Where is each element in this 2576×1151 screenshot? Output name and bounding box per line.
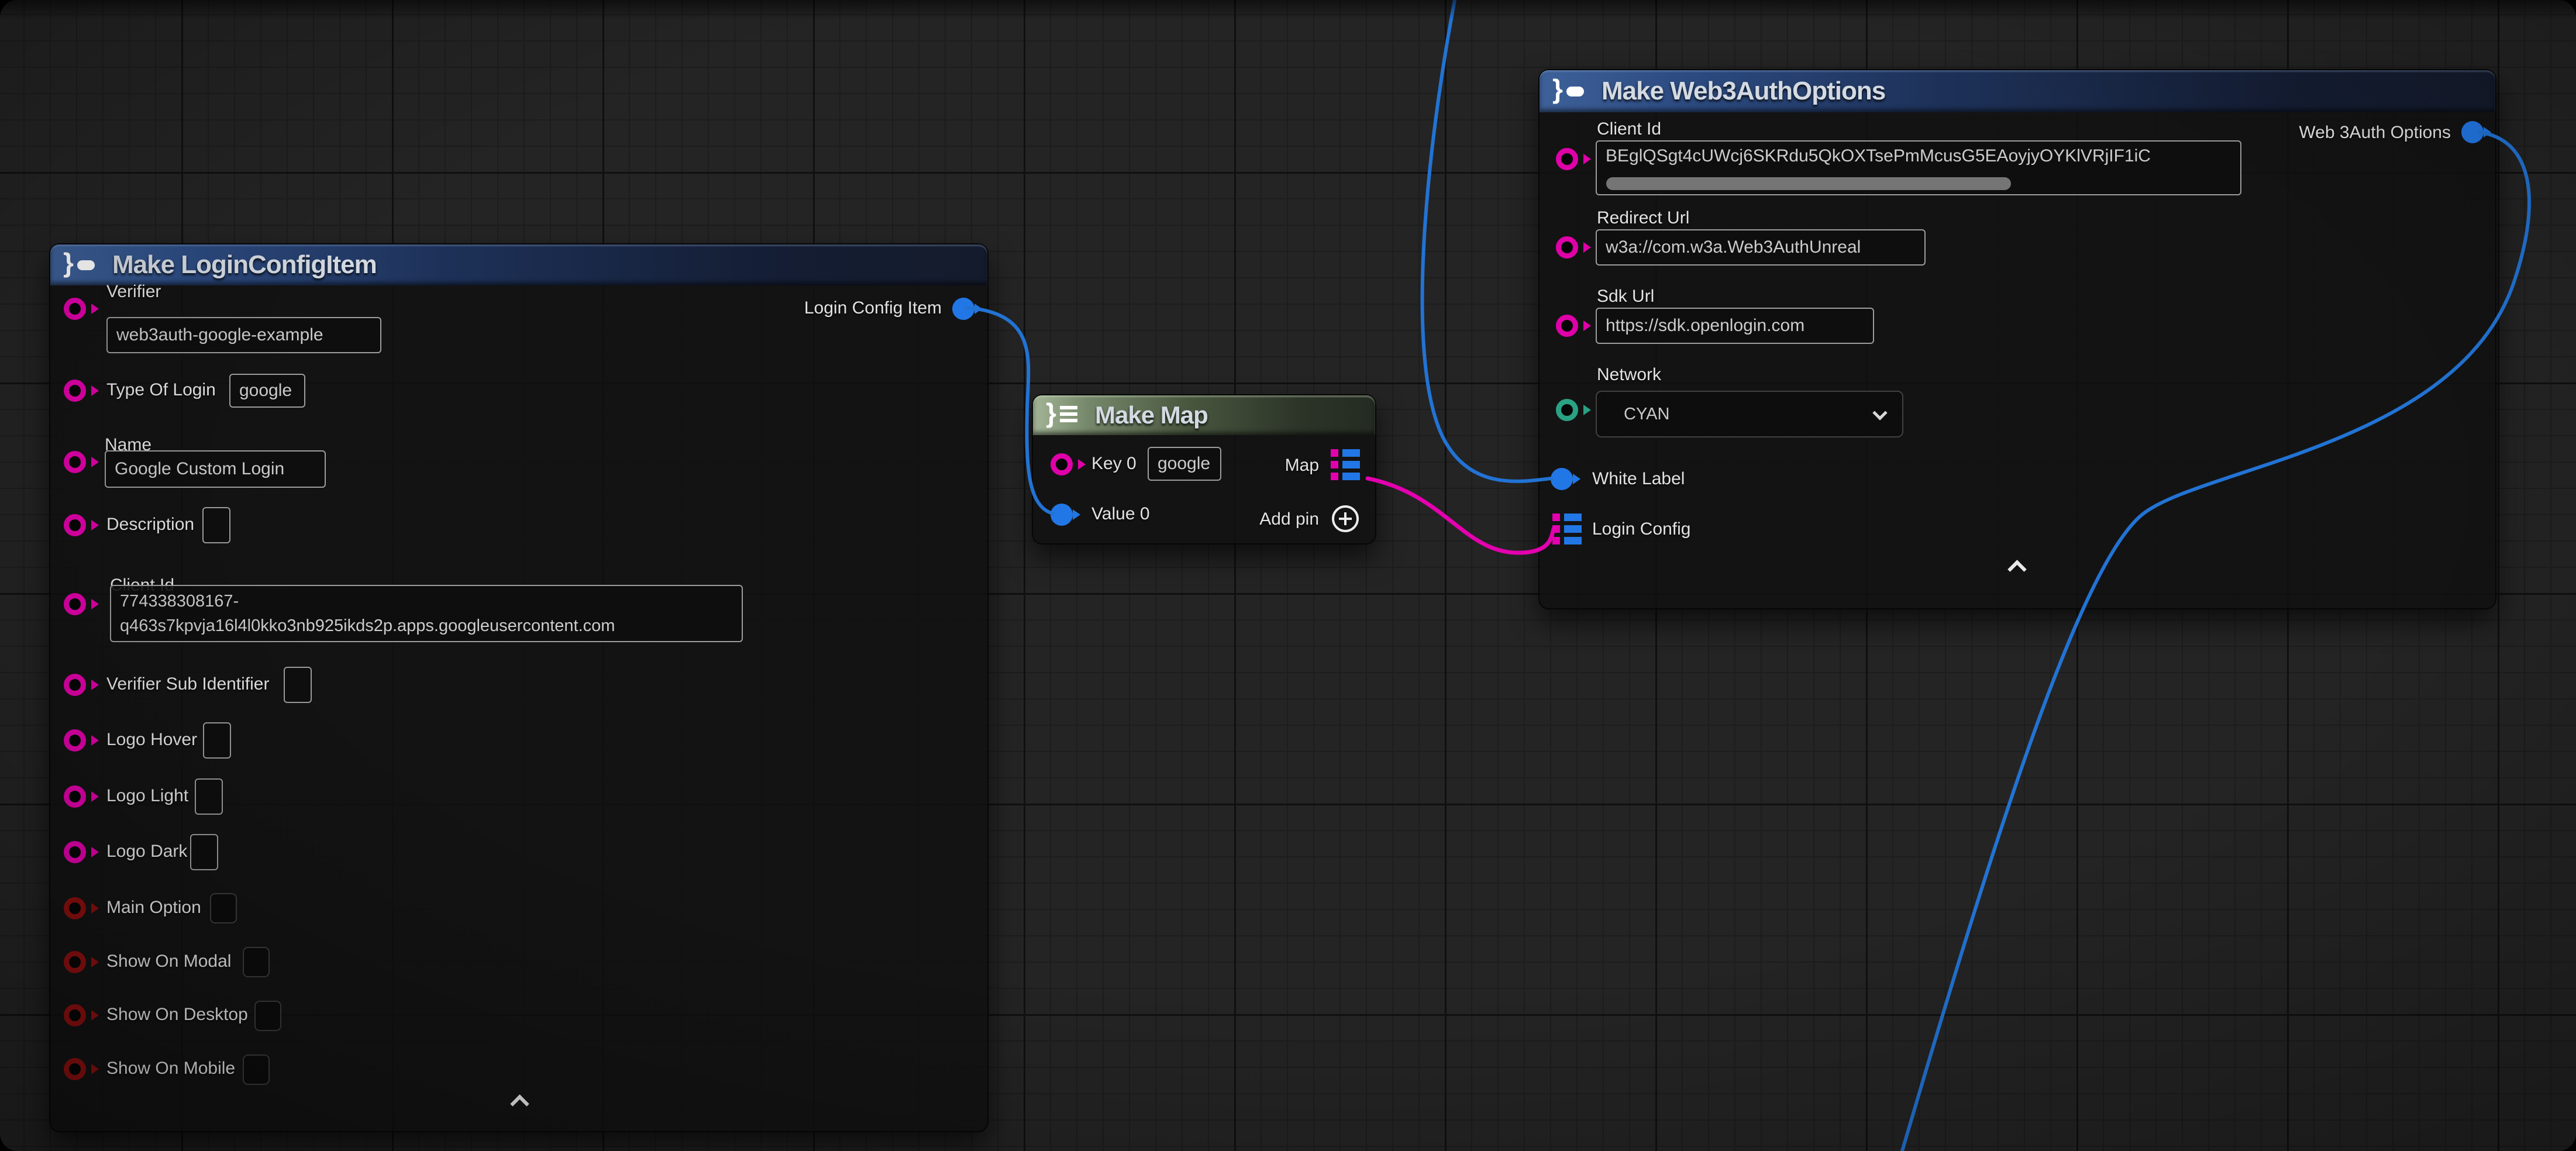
pin-description[interactable] [64, 514, 86, 536]
pin-logo-light[interactable] [64, 785, 86, 808]
node-title: Make LoginConfigItem [112, 250, 377, 280]
pin-label-login-config: Login Config [1592, 519, 1690, 539]
name-input[interactable]: Google Custom Login [105, 450, 326, 488]
show-on-desktop-checkbox[interactable] [254, 1001, 281, 1031]
pin-label-network: Network [1597, 365, 1661, 385]
pin-client-id[interactable] [64, 593, 86, 615]
map-grid-pin-icon[interactable] [1552, 514, 1582, 545]
pin-verifier[interactable] [64, 298, 86, 320]
description-input[interactable] [202, 507, 230, 543]
pin-name[interactable] [64, 451, 86, 473]
pin-label-verifier: Verifier [106, 282, 161, 302]
main-option-checkbox[interactable] [210, 893, 237, 923]
blueprint-canvas[interactable]: } Make LoginConfigItem Login Config Item… [0, 0, 2576, 1151]
verifier-input[interactable]: web3auth-google-example [106, 317, 381, 353]
pin-label-logo-light: Logo Light [106, 786, 188, 806]
node-make-map[interactable]: } Make Map Key 0 google Value 0 Map Add … [1032, 394, 1376, 545]
sdk-url-input[interactable]: https://sdk.openlogin.com [1596, 308, 1874, 344]
pin-label-client-id: Client Id [1597, 119, 1661, 139]
key-0-input[interactable]: google [1148, 447, 1221, 481]
pin-label-key-0: Key 0 [1091, 454, 1137, 474]
pin-label-sdk-url: Sdk Url [1597, 287, 1654, 306]
pin-label-white-label: White Label [1592, 469, 1685, 489]
output-label: Login Config Item [804, 298, 942, 318]
client-id-input[interactable]: 774338308167- q463s7kpvja16l4l0kko3nb925… [110, 585, 743, 642]
pin-label-main-option: Main Option [106, 898, 201, 918]
pin-label-value-0: Value 0 [1091, 504, 1150, 524]
pin-label-show-on-mobile: Show On Mobile [106, 1059, 235, 1078]
network-dropdown[interactable]: CYAN [1596, 391, 1903, 437]
output-label: Web 3Auth Options [2299, 123, 2451, 143]
collapse-node-button[interactable] [510, 1094, 530, 1109]
client-id-line2: q463s7kpvja16l4l0kko3nb925ikds2p.apps.go… [120, 614, 615, 638]
pin-logo-dark[interactable] [64, 841, 86, 863]
pin-label-verifier-sub-identifier: Verifier Sub Identifier [106, 674, 269, 694]
output-label-map: Map [1285, 456, 1319, 475]
pin-label-logo-dark: Logo Dark [106, 842, 187, 861]
pin-white-label[interactable] [1551, 468, 1573, 490]
show-on-mobile-checkbox[interactable] [243, 1054, 270, 1085]
redirect-url-input[interactable]: w3a://com.w3a.Web3AuthUnreal [1596, 229, 1926, 266]
pin-type-of-login[interactable] [64, 380, 86, 402]
pin-main-option[interactable] [64, 897, 86, 919]
client-id-scrollbar[interactable] [1606, 177, 2011, 190]
pin-label-type-of-login: Type Of Login [106, 380, 216, 400]
pin-label-description: Description [106, 515, 194, 535]
pin-key-0[interactable] [1051, 453, 1073, 475]
pin-show-on-mobile[interactable] [64, 1058, 86, 1080]
chevron-down-icon [1872, 408, 1887, 421]
node-header[interactable]: } Make Map [1033, 395, 1375, 435]
wire-top-to-white-label[interactable] [1423, 0, 1551, 481]
wire-map-to-login-config[interactable] [1368, 478, 1554, 553]
node-make-loginconfigitem[interactable]: } Make LoginConfigItem Login Config Item… [49, 243, 989, 1132]
node-header[interactable]: } Make LoginConfigItem [50, 244, 987, 285]
pin-logo-hover[interactable] [64, 729, 86, 752]
map-grid-pin-icon[interactable] [1331, 449, 1360, 480]
client-id-line1: 774338308167- [120, 589, 239, 614]
node-header[interactable]: } Make Web3AuthOptions [1540, 70, 2495, 112]
pin-label-logo-hover: Logo Hover [106, 730, 197, 750]
pin-show-on-desktop[interactable] [64, 1004, 86, 1026]
add-pin-label: Add pin [1259, 509, 1319, 529]
network-selected-value: CYAN [1624, 405, 1669, 424]
circle-plus-icon[interactable] [1332, 505, 1359, 532]
logo-light-input[interactable] [195, 778, 223, 815]
pin-verifier-sub-identifier[interactable] [64, 674, 86, 696]
pin-sdk-url[interactable] [1556, 315, 1578, 337]
node-title: Make Web3AuthOptions [1602, 77, 1885, 106]
show-on-modal-checkbox[interactable] [243, 947, 270, 977]
node-make-web3authoptions[interactable]: } Make Web3AuthOptions Web 3Auth Options… [1538, 69, 2496, 609]
node-title: Make Map [1095, 401, 1208, 429]
make-map-icon: } [1046, 401, 1083, 429]
pin-client-id[interactable] [1556, 148, 1578, 170]
logo-dark-input[interactable] [190, 834, 218, 870]
pin-network[interactable] [1556, 399, 1578, 421]
verifier-sub-identifier-input[interactable] [284, 667, 312, 703]
make-struct-icon: } [63, 251, 101, 279]
pin-show-on-modal[interactable] [64, 951, 86, 973]
pin-label-redirect-url: Redirect Url [1597, 208, 1689, 228]
logo-hover-input[interactable] [203, 722, 231, 759]
pin-redirect-url[interactable] [1556, 236, 1578, 259]
collapse-node-button[interactable] [2007, 559, 2027, 574]
pin-label-show-on-modal: Show On Modal [106, 952, 231, 971]
type-of-login-input[interactable]: google [229, 374, 305, 408]
pin-label-show-on-desktop: Show On Desktop [106, 1005, 248, 1025]
make-struct-icon: } [1552, 77, 1590, 105]
